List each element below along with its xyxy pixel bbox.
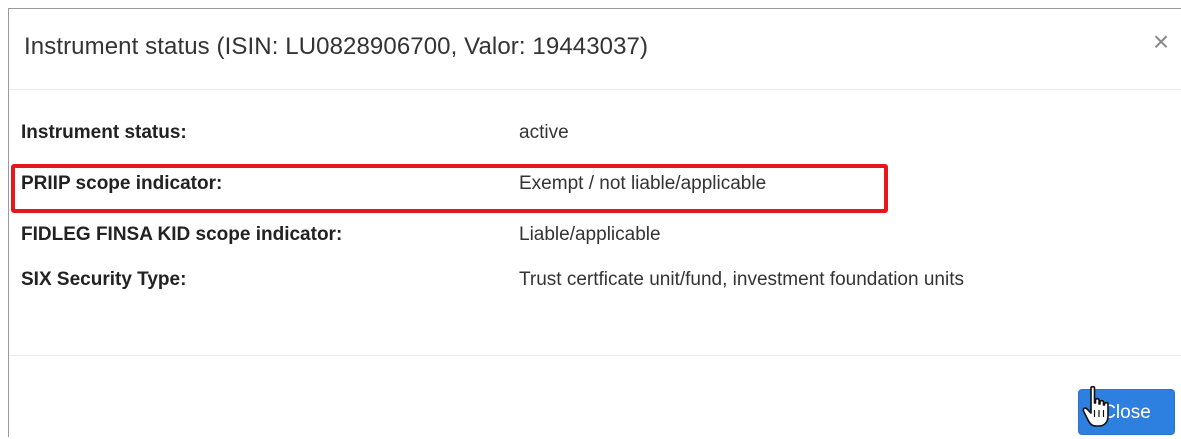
dialog-body: Instrument status: active PRIIP scope in… [9,90,1181,355]
detail-row-six-security-type: SIX Security Type: Trust certficate unit… [9,259,1181,299]
detail-label: SIX Security Type: [21,269,187,290]
dialog-footer: Close [9,355,1181,439]
instrument-status-dialog: Instrument status (ISIN: LU0828906700, V… [8,8,1181,437]
detail-value: Trust certficate unit/fund, investment f… [519,269,964,290]
dialog-header: Instrument status (ISIN: LU0828906700, V… [9,9,1181,90]
detail-value: active [519,122,569,143]
detail-value: Liable/applicable [519,224,661,245]
detail-row-fidleg-finsa: FIDLEG FINSA KID scope indicator: Liable… [9,214,1181,254]
detail-label: FIDLEG FINSA KID scope indicator: [21,224,343,245]
detail-label: Instrument status: [21,122,187,143]
close-icon[interactable]: × [1149,27,1173,57]
dialog-title: Instrument status (ISIN: LU0828906700, V… [24,33,649,60]
hand-pointer-cursor-icon [1082,385,1109,427]
highlight-annotation-box [11,164,888,213]
detail-row-instrument-status: Instrument status: active [9,112,1181,152]
